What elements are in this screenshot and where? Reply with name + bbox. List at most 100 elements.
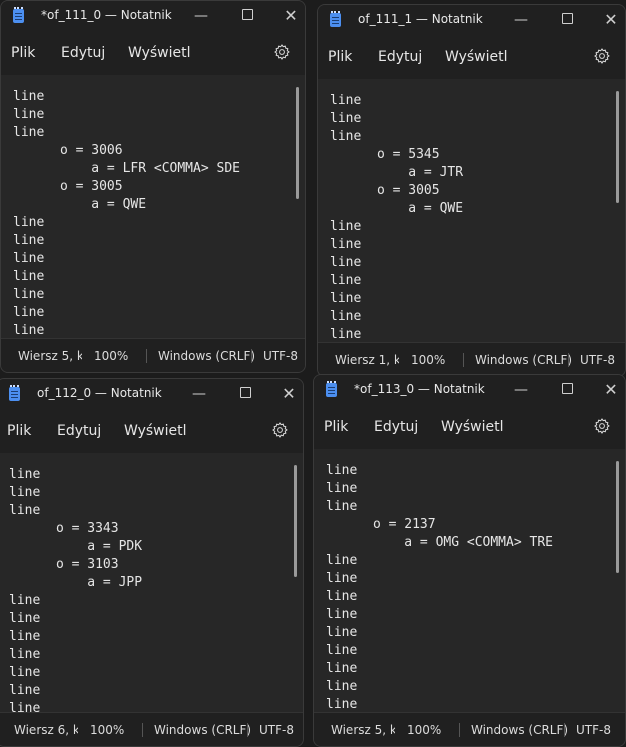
maximize-icon [241, 9, 253, 20]
close-button[interactable]: ✕ [599, 9, 623, 31]
status-bar: Wiersz 5, ko 100% Windows (CRLF) UTF-8 [1, 338, 305, 372]
menu-view[interactable]: Wyświetl [445, 49, 508, 65]
title-bar[interactable]: of_111_1 — Notatnik — ✕ [318, 5, 625, 35]
editor-text-line: line [13, 215, 45, 230]
editor-text-line: line [9, 665, 41, 680]
menu-edit[interactable]: Edytuj [61, 45, 105, 61]
vertical-scrollbar[interactable] [616, 461, 619, 573]
menu-edit[interactable]: Edytuj [374, 419, 418, 435]
maximize-button[interactable] [233, 383, 257, 405]
notepad-window[interactable]: *of_111_0 — Notatnik — ✕ Plik Edytuj Wyś… [0, 0, 306, 373]
title-bar[interactable]: of_112_0 — Notatnik — ✕ [0, 379, 303, 409]
editor-text-line: a = PDK [9, 539, 143, 554]
notepad-app-icon [9, 385, 20, 401]
editor-text-line: line [13, 233, 45, 248]
editor-text-line: line [13, 125, 45, 140]
editor-text-line: line [330, 111, 362, 126]
zoom-level: 100% [411, 353, 446, 367]
status-bar: Wiersz 6, ko 100% Windows (CRLF) UTF-8 [0, 712, 303, 746]
status-divider [142, 723, 143, 737]
notepad-window[interactable]: of_111_1 — Notatnik — ✕ Plik Edytuj Wyśw… [317, 4, 626, 377]
minimize-button[interactable]: — [509, 9, 533, 31]
minimize-button[interactable]: — [189, 5, 213, 27]
line-ending: Windows (CRLF) [154, 723, 252, 737]
close-button[interactable]: ✕ [279, 5, 303, 27]
editor-text-line: o = 3006 [13, 143, 123, 158]
editor-text-line: o = 3343 [9, 521, 119, 536]
menu-file[interactable]: Plik [324, 419, 348, 435]
minimize-button[interactable]: — [509, 379, 533, 401]
menu-file[interactable]: Plik [7, 423, 31, 439]
text-editor-area[interactable]: line line line o = 3343 a = PDK o = 3103 a… [0, 453, 303, 712]
settings-gear-icon[interactable] [273, 43, 291, 61]
editor-text-line: line [326, 571, 358, 586]
editor-text-line: line [326, 463, 358, 478]
menu-bar: Plik Edytuj Wyświetl [318, 35, 625, 79]
editor-text-line: a = OMG <COMMA> TRE [326, 535, 553, 550]
cursor-position: Wiersz 6, ko [14, 723, 78, 737]
editor-text-line: a = QWE [13, 197, 147, 212]
editor-text-line: line [326, 661, 358, 676]
editor-text-line: line [330, 237, 362, 252]
editor-text-line: line [13, 251, 45, 266]
editor-text-line: line [13, 287, 45, 302]
zoom-level: 100% [407, 723, 442, 737]
editor-text-line: line [9, 611, 41, 626]
vertical-scrollbar[interactable] [616, 91, 619, 203]
editor-text-line: a = LFR <COMMA> SDE [13, 161, 240, 176]
menu-file[interactable]: Plik [11, 45, 35, 61]
vertical-scrollbar[interactable] [294, 465, 297, 577]
menu-view[interactable]: Wyświetl [441, 419, 504, 435]
close-button[interactable]: ✕ [277, 383, 301, 405]
menu-file[interactable]: Plik [328, 49, 352, 65]
window-title: *of_111_0 — Notatnik [41, 8, 172, 22]
notepad-app-icon [13, 7, 24, 23]
editor-text-line: line [326, 481, 358, 496]
encoding: UTF-8 [259, 723, 294, 737]
cursor-position: Wiersz 5, ko [18, 349, 82, 363]
editor-text-line: line [326, 643, 358, 658]
editor-text-line: line [326, 499, 358, 514]
editor-text-line: a = QWE [330, 201, 464, 216]
text-editor-area[interactable]: line line line o = 2137 a = OMG <COMMA> TR… [314, 449, 625, 712]
editor-text-line: o = 3005 [13, 179, 123, 194]
settings-gear-icon[interactable] [593, 47, 611, 65]
title-bar[interactable]: *of_113_0 — Notatnik — ✕ [314, 375, 625, 405]
menu-bar: Plik Edytuj Wyświetl [314, 405, 625, 449]
encoding: UTF-8 [580, 353, 615, 367]
menu-bar: Plik Edytuj Wyświetl [0, 409, 303, 453]
maximize-button[interactable] [555, 9, 579, 31]
notepad-window[interactable]: of_112_0 — Notatnik — ✕ Plik Edytuj Wyśw… [0, 378, 304, 747]
menu-view[interactable]: Wyświetl [124, 423, 187, 439]
vertical-scrollbar[interactable] [296, 87, 299, 199]
editor-text-line: line [13, 323, 45, 338]
editor-text-line: o = 3005 [330, 183, 440, 198]
window-title: of_112_0 — Notatnik [37, 386, 162, 400]
menu-edit[interactable]: Edytuj [378, 49, 422, 65]
title-bar[interactable]: *of_111_0 — Notatnik — ✕ [1, 1, 305, 31]
editor-text-line: line [326, 697, 358, 712]
editor-text-line: line [326, 607, 358, 622]
maximize-button[interactable] [555, 379, 579, 401]
maximize-button[interactable] [235, 5, 259, 27]
settings-gear-icon[interactable] [593, 417, 611, 435]
editor-text-line: line [330, 219, 362, 234]
editor-text-line: line [330, 291, 362, 306]
text-editor-area[interactable]: line line line o = 3006 a = LFR <COMMA> SD… [1, 75, 305, 338]
zoom-level: 100% [90, 723, 125, 737]
minimize-button[interactable]: — [187, 383, 211, 405]
status-divider [568, 353, 569, 367]
editor-text-line: line [330, 93, 362, 108]
settings-gear-icon[interactable] [271, 421, 289, 439]
editor-text-line: line [9, 467, 41, 482]
editor-text-line: o = 5345 [330, 147, 440, 162]
close-button[interactable]: ✕ [599, 379, 623, 401]
text-editor-area[interactable]: line line line o = 5345 a = JTR o = 3005 a… [318, 79, 625, 342]
status-divider [247, 723, 248, 737]
zoom-level: 100% [94, 349, 129, 363]
menu-edit[interactable]: Edytuj [57, 423, 101, 439]
editor-text-line: line [9, 593, 41, 608]
editor-text-line: line [330, 273, 362, 288]
notepad-window[interactable]: *of_113_0 — Notatnik — ✕ Plik Edytuj Wyś… [313, 374, 626, 747]
menu-view[interactable]: Wyświetl [128, 45, 191, 61]
